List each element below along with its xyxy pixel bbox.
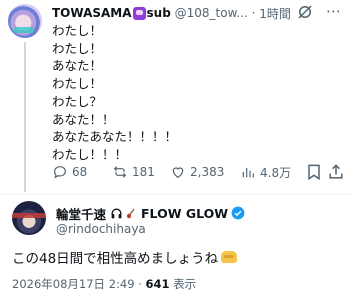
like-icon [172, 167, 184, 179]
avatar[interactable] [8, 4, 42, 38]
verified-icon [231, 206, 245, 220]
headphones-icon [111, 208, 122, 218]
tweet-text: わたし！ わたし！ あなた！ わたし！ わたし？ あなた！！ あなたあなた！！！… [52, 22, 177, 164]
tweet-header: TOWASAMA sub @108_tow... · 1時間 [52, 4, 291, 22]
tweet-line: あなたあなた！！！！ [52, 129, 178, 145]
quoted-views-label: 表示 [173, 277, 197, 291]
handshake-icon [221, 251, 238, 263]
views-button[interactable]: 4.8万 [240, 162, 291, 182]
tweet-line: わたし！！！ [52, 146, 128, 162]
reply-button[interactable]: 68 [52, 162, 87, 182]
quoted-author-suffix[interactable]: FLOW GLOW [141, 206, 228, 221]
views-count: 4.8万 [260, 165, 292, 180]
views-icon [242, 168, 254, 178]
like-button[interactable]: 2,383 [170, 162, 224, 182]
separator: · [251, 6, 256, 20]
tweet-line: わたし？ [52, 93, 103, 109]
like-count: 2,383 [190, 165, 225, 179]
quoted-avatar[interactable] [12, 201, 46, 235]
tweet-line: わたし！ [52, 40, 103, 56]
thread-connector [24, 42, 26, 192]
action-bar: 68 181 2,383 4.8万 [52, 162, 343, 182]
meta-separator: · [138, 277, 142, 291]
quoted-date[interactable]: 2026年08月17日 2:49 [12, 277, 135, 291]
reply-icon [54, 166, 66, 179]
author-name[interactable]: TOWASAMA [52, 6, 132, 20]
tweet-line: わたし！ [52, 76, 103, 92]
repost-icon [113, 166, 127, 178]
divider [0, 194, 350, 195]
author-handle[interactable]: @108_tow... [175, 6, 248, 20]
grok-icon[interactable] [296, 3, 314, 21]
tweet-line: あなた！ [52, 58, 103, 74]
quoted-text-body: この48日間で相性高めましょうね [12, 251, 219, 267]
reply-count: 68 [72, 165, 88, 179]
timestamp[interactable]: 1時間 [259, 5, 291, 22]
quoted-text: この48日間で相性高めましょうね [12, 247, 238, 267]
name-icons [110, 207, 137, 220]
guitar-icon [127, 208, 135, 218]
author-emoji-icon [132, 6, 146, 20]
quoted-author-name[interactable]: 輪堂千速 [56, 204, 106, 223]
repost-count: 181 [132, 165, 155, 179]
quoted-header: 輪堂千速 FLOW GLOW [56, 204, 245, 223]
tweet-line: わたし！ [52, 23, 103, 38]
bookmark-icon[interactable] [304, 162, 324, 182]
tweet-line: あなた！！ [52, 111, 115, 127]
quoted-meta: 2026年08月17日 2:49 · 641 表示 [12, 276, 196, 292]
author-name-suffix[interactable]: sub [147, 6, 171, 20]
quoted-handle[interactable]: @rindochihaya [56, 222, 146, 236]
share-icon[interactable] [326, 162, 346, 182]
more-icon[interactable]: ⋯ [326, 2, 342, 20]
repost-button[interactable]: 181 [112, 162, 155, 182]
quoted-views-count: 641 [145, 277, 170, 291]
